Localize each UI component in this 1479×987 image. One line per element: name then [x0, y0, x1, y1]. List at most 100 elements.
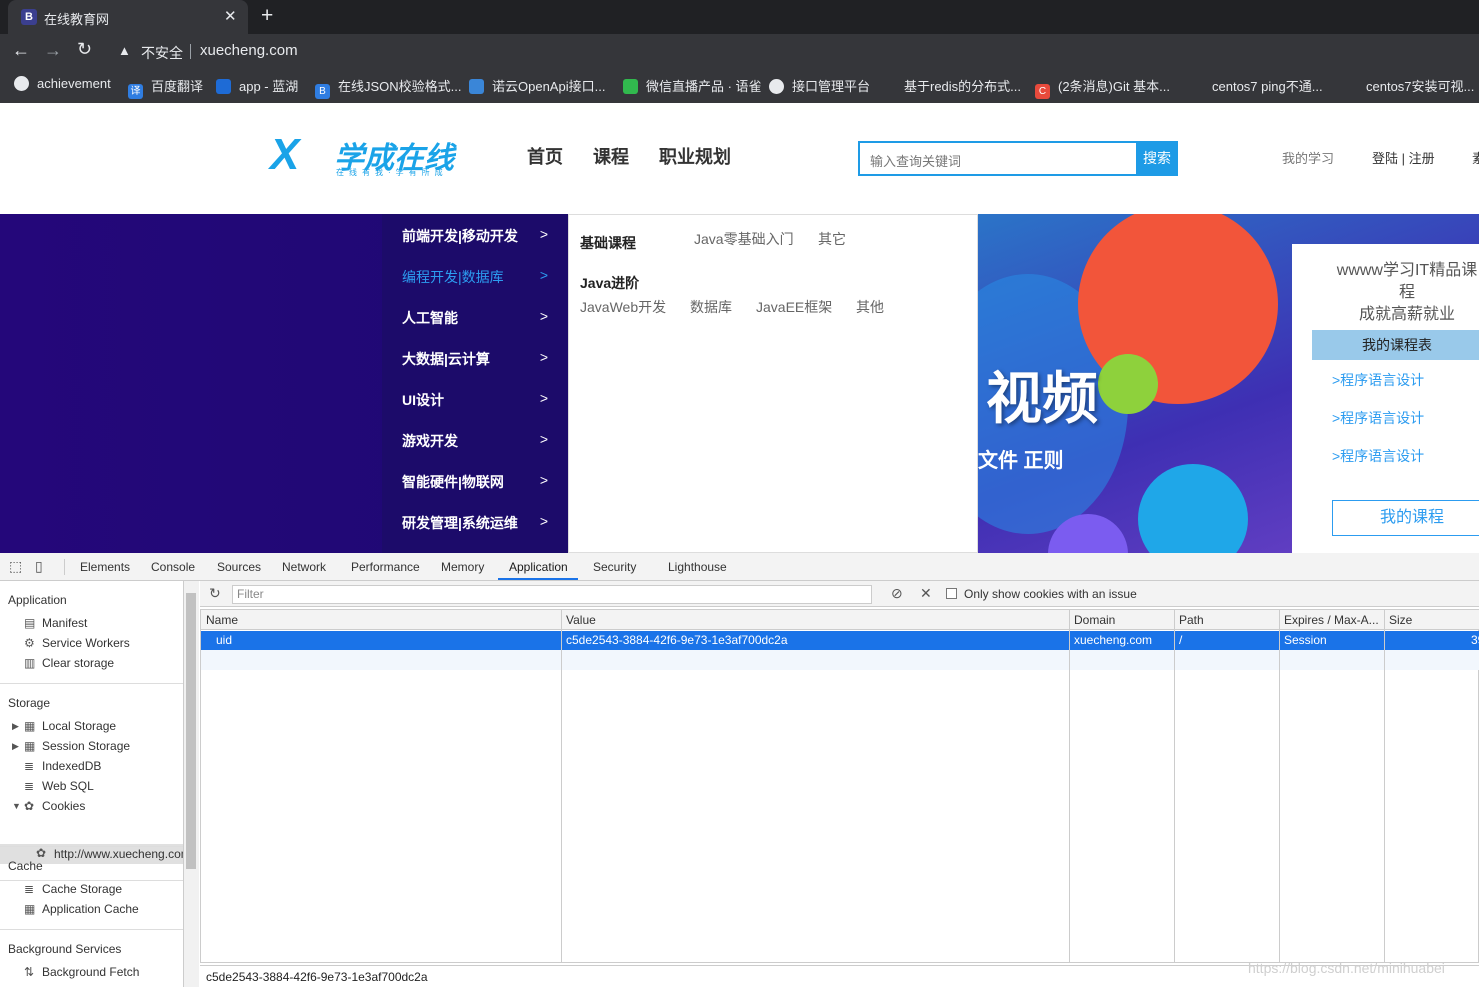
bookmark-redis[interactable]: 基于redis的分布式...	[881, 76, 1021, 95]
expand-arrow-icon[interactable]: ▶	[12, 721, 19, 732]
bookmark-yapi[interactable]: 接口管理平台	[769, 76, 870, 95]
expand-arrow-icon[interactable]: ▶	[12, 741, 19, 752]
collapse-arrow-icon[interactable]: ▼	[12, 801, 21, 811]
bookmark-yuque[interactable]: 微信直播产品 · 语雀	[623, 76, 762, 95]
bookmark-centos-ping[interactable]: centos7 ping不通...	[1189, 76, 1323, 95]
sidebar-item-manifest[interactable]: Manifest	[42, 616, 87, 630]
bookmark-git[interactable]: C (2条消息)Git 基本...	[1035, 76, 1170, 99]
tab-network[interactable]: Network	[282, 560, 326, 574]
nav-career[interactable]: 职业规划	[659, 143, 731, 169]
sidebar-item-local-storage[interactable]: Local Storage	[42, 719, 116, 733]
subpanel-link[interactable]: 数据库	[690, 297, 732, 317]
category-item-active[interactable]: 编程开发|数据库 >	[402, 267, 562, 287]
category-item[interactable]: 人工智能 >	[402, 308, 562, 328]
category-item[interactable]: 前端开发|移动开发 >	[402, 226, 562, 246]
warning-icon[interactable]: ▲	[118, 43, 131, 58]
sidebar-item-cookies[interactable]: Cookies	[42, 799, 85, 813]
category-menu: 前端开发|移动开发 > 编程开发|数据库 > 人工智能 > 大数据|云计算 > UI设计…	[382, 214, 568, 553]
sidebar-item-cache-storage[interactable]: Cache Storage	[42, 882, 122, 896]
tab-console[interactable]: Console	[151, 560, 195, 574]
reload-icon[interactable]: ↻	[77, 39, 92, 60]
lanhu-icon	[216, 79, 231, 94]
nav-courses[interactable]: 课程	[593, 143, 629, 169]
cell-domain: xuecheng.com	[1074, 633, 1153, 647]
application-sidebar: Application ▤ Manifest ⚙ Service Workers…	[0, 581, 184, 987]
tab-performance[interactable]: Performance	[351, 560, 420, 574]
category-subpanel: 基础课程 Java零基础入门 其它 Java进阶 JavaWeb开发 数据库 J…	[568, 214, 978, 553]
bookmark-baidu-translate[interactable]: 译百度翻译	[128, 76, 203, 99]
subpanel-link[interactable]: 其它	[818, 229, 846, 249]
sidebar-item-session-storage[interactable]: Session Storage	[42, 739, 130, 753]
block-icon[interactable]: ⊘	[891, 585, 903, 602]
clear-icon[interactable]: ✕	[920, 585, 932, 602]
course-link[interactable]: >程序语言设计	[1332, 408, 1424, 428]
course-link[interactable]: >程序语言设计	[1332, 370, 1424, 390]
filter-input[interactable]: Filter	[232, 585, 872, 604]
site-logo[interactable]: X 学成在线 在线有我·学有所成	[270, 133, 470, 181]
chevron-right-icon: >	[539, 390, 548, 406]
column-header-name[interactable]: Name	[206, 613, 238, 627]
browser-tab[interactable]: B 在线教育网 ✕	[8, 0, 248, 34]
back-arrow-icon[interactable]: ←	[12, 40, 30, 61]
sidebar-item-web-sql[interactable]: Web SQL	[42, 779, 94, 793]
category-item[interactable]: 游戏开发 >	[402, 431, 562, 451]
column-header-expires[interactable]: Expires / Max-A...	[1284, 613, 1379, 627]
subpanel-link[interactable]: 其他	[856, 297, 884, 317]
refresh-icon[interactable]: ↻	[209, 585, 221, 602]
bookmark-openapi[interactable]: 诺云OpenApi接口...	[469, 76, 605, 95]
forward-arrow-icon[interactable]: →	[44, 40, 62, 61]
column-header-path[interactable]: Path	[1179, 613, 1204, 627]
inspect-element-icon[interactable]: ⬚	[9, 558, 22, 575]
close-tab-icon[interactable]: ✕	[224, 7, 237, 25]
category-item[interactable]: 研发管理|系统运维 >	[402, 513, 562, 533]
device-toolbar-icon[interactable]: ▯	[35, 558, 43, 575]
column-header-size[interactable]: Size	[1389, 613, 1412, 627]
only-issue-checkbox[interactable]	[946, 588, 957, 599]
search-button[interactable]: 搜索	[1136, 141, 1178, 176]
tab-memory[interactable]: Memory	[441, 560, 484, 574]
tab-application[interactable]: Application	[509, 560, 568, 574]
chevron-right-icon: >	[539, 513, 548, 529]
bookmark-json[interactable]: B 在线JSON校验格式...	[315, 76, 462, 99]
column-header-domain[interactable]: Domain	[1074, 613, 1115, 627]
my-study-link[interactable]: 我的学习	[1282, 148, 1334, 167]
search-input[interactable]: 输入查询关键词	[858, 141, 1138, 176]
new-tab-icon[interactable]: +	[261, 4, 273, 28]
devtools-panel: ⬚ ▯ Elements Console Sources Network Per…	[0, 553, 1479, 987]
devtools-tab-bar: ⬚ ▯ Elements Console Sources Network Per…	[0, 553, 1479, 581]
sidebar-scrollbar-thumb[interactable]	[186, 593, 196, 869]
sidebar-item-clear-storage[interactable]: Clear storage	[42, 656, 114, 670]
bookmark-lanhu[interactable]: app - 蓝湖	[216, 76, 298, 95]
bookmark-achievement[interactable]: achievement	[14, 76, 111, 91]
tab-security[interactable]: Security	[593, 560, 636, 574]
tab-lighthouse[interactable]: Lighthouse	[668, 560, 727, 574]
sidebar-item-background-fetch[interactable]: Background Fetch	[42, 965, 139, 979]
security-warning[interactable]: 不安全	[141, 43, 183, 63]
url-field[interactable]: xuecheng.com	[200, 42, 298, 59]
bookmark-centos-install[interactable]: centos7安装可视...	[1343, 76, 1474, 95]
subpanel-link[interactable]: JavaWeb开发	[580, 297, 666, 317]
course-link[interactable]: >程序语言设计	[1332, 446, 1424, 466]
chevron-right-icon: >	[539, 226, 548, 242]
cookie-icon: ✿	[24, 799, 35, 813]
category-item[interactable]: 智能硬件|物联网 >	[402, 472, 562, 492]
category-item[interactable]: UI设计 >	[402, 390, 562, 410]
login-register-link[interactable]: 登陆 | 注册	[1372, 148, 1435, 167]
only-issue-label: Only show cookies with an issue	[964, 587, 1137, 601]
cell-value: c5de2543-3884-42f6-9e73-1e3af700dc2a	[566, 633, 788, 647]
sync-arrows-icon: ⇅	[24, 965, 35, 979]
my-schedule-button[interactable]: 我的课程表	[1312, 330, 1479, 360]
grid-icon: ▦	[24, 902, 36, 916]
subpanel-link[interactable]: Java零基础入门	[694, 229, 794, 249]
tab-sources[interactable]: Sources	[217, 560, 261, 574]
sidebar-item-application-cache[interactable]: Application Cache	[42, 902, 139, 916]
sidebar-item-service-workers[interactable]: Service Workers	[42, 636, 130, 650]
column-header-value[interactable]: Value	[566, 613, 596, 627]
sidebar-item-indexeddb[interactable]: IndexedDB	[42, 759, 101, 773]
nav-home[interactable]: 首页	[527, 143, 563, 169]
my-courses-button[interactable]: 我的课程	[1332, 500, 1479, 536]
subpanel-link[interactable]: JavaEE框架	[756, 297, 832, 317]
tab-elements[interactable]: Elements	[80, 560, 130, 574]
table-row[interactable]: uid c5de2543-3884-42f6-9e73-1e3af700dc2a…	[201, 631, 1479, 650]
category-item[interactable]: 大数据|云计算 >	[402, 349, 562, 369]
